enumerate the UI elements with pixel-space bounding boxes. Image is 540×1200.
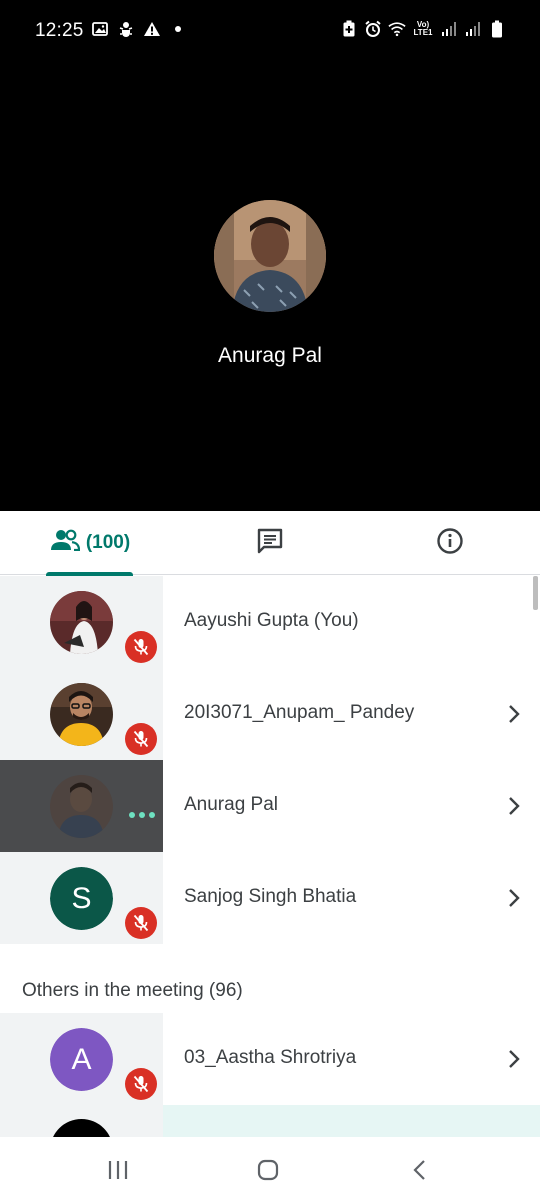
participant-name: 20I3071_Anupam_ Pandey xyxy=(184,702,415,723)
others-section-header: Others in the meeting (96) xyxy=(22,980,243,1001)
dot-icon xyxy=(175,26,181,32)
initial-avatar: S xyxy=(50,867,113,930)
mic-off-icon xyxy=(125,723,157,755)
participant-row[interactable]: A 03_Aastha Shrotriya xyxy=(0,1013,540,1105)
battery-saver-icon xyxy=(340,20,358,38)
wifi-icon xyxy=(388,20,406,38)
people-count: (100) xyxy=(85,532,131,553)
chevron-right-icon[interactable] xyxy=(506,886,522,910)
chevron-right-icon[interactable] xyxy=(506,702,522,726)
battery-icon xyxy=(488,20,506,38)
avatar xyxy=(50,775,113,838)
warning-icon xyxy=(143,20,161,38)
status-left-icons xyxy=(91,20,181,38)
image-icon xyxy=(91,20,109,38)
participant-name: Aayushi Gupta (You) xyxy=(184,610,359,631)
mic-off-icon xyxy=(125,631,157,663)
mic-off-icon xyxy=(125,1068,157,1100)
participant-name: Anurag Pal xyxy=(184,794,279,815)
alarm-icon xyxy=(364,20,382,38)
people-icon xyxy=(50,529,80,557)
info-icon xyxy=(436,527,464,560)
chat-icon xyxy=(256,527,284,560)
signal-icon xyxy=(464,20,482,38)
chevron-right-icon[interactable] xyxy=(506,794,522,818)
presenter-name: Anurag Pal xyxy=(218,344,322,367)
status-bar: 12:25 Vo) LTE1 xyxy=(0,0,540,62)
avatar xyxy=(50,591,113,654)
home-icon[interactable] xyxy=(255,1157,281,1183)
status-time: 12:25 xyxy=(35,20,84,41)
navigation-bar xyxy=(0,1137,540,1200)
signal-icon xyxy=(440,20,458,38)
tab-info[interactable] xyxy=(430,511,470,575)
chevron-right-icon[interactable] xyxy=(506,1047,522,1071)
speaking-indicator xyxy=(129,812,155,818)
participant-row[interactable]: 20I3071_Anupam_ Pandey xyxy=(0,668,540,760)
avatar: S xyxy=(50,867,113,930)
tab-bar: (100) xyxy=(0,511,540,576)
tab-chat[interactable] xyxy=(250,511,290,575)
initial-avatar: A xyxy=(50,1028,113,1091)
participant-row[interactable]: Anurag Pal xyxy=(0,760,540,852)
volte-icon: Vo) LTE1 xyxy=(413,20,433,37)
mic-off-icon xyxy=(125,907,157,939)
recent-apps-icon[interactable] xyxy=(105,1157,131,1183)
participant-name: Sanjog Singh Bhatia xyxy=(184,886,357,907)
status-right-icons: Vo) LTE1 xyxy=(340,20,506,38)
avatar: A xyxy=(50,1028,113,1091)
participant-row[interactable]: S Sanjog Singh Bhatia xyxy=(0,852,540,944)
usb-debug-icon xyxy=(117,20,135,38)
participants-list[interactable]: Aayushi Gupta (You) 20I3071_Anupam_ Pand… xyxy=(0,576,540,1137)
participant-name: 03_Aastha Shrotriya xyxy=(184,1047,357,1068)
participant-row[interactable]: Aayushi Gupta (You) xyxy=(0,576,540,668)
video-stage[interactable]: Anurag Pal xyxy=(0,62,540,511)
back-icon[interactable] xyxy=(407,1157,433,1183)
avatar xyxy=(50,683,113,746)
participant-row-partial[interactable] xyxy=(0,1105,540,1137)
tab-people[interactable]: (100) xyxy=(46,511,134,576)
presenter-avatar xyxy=(214,200,326,312)
scrollbar-thumb[interactable] xyxy=(533,576,538,610)
